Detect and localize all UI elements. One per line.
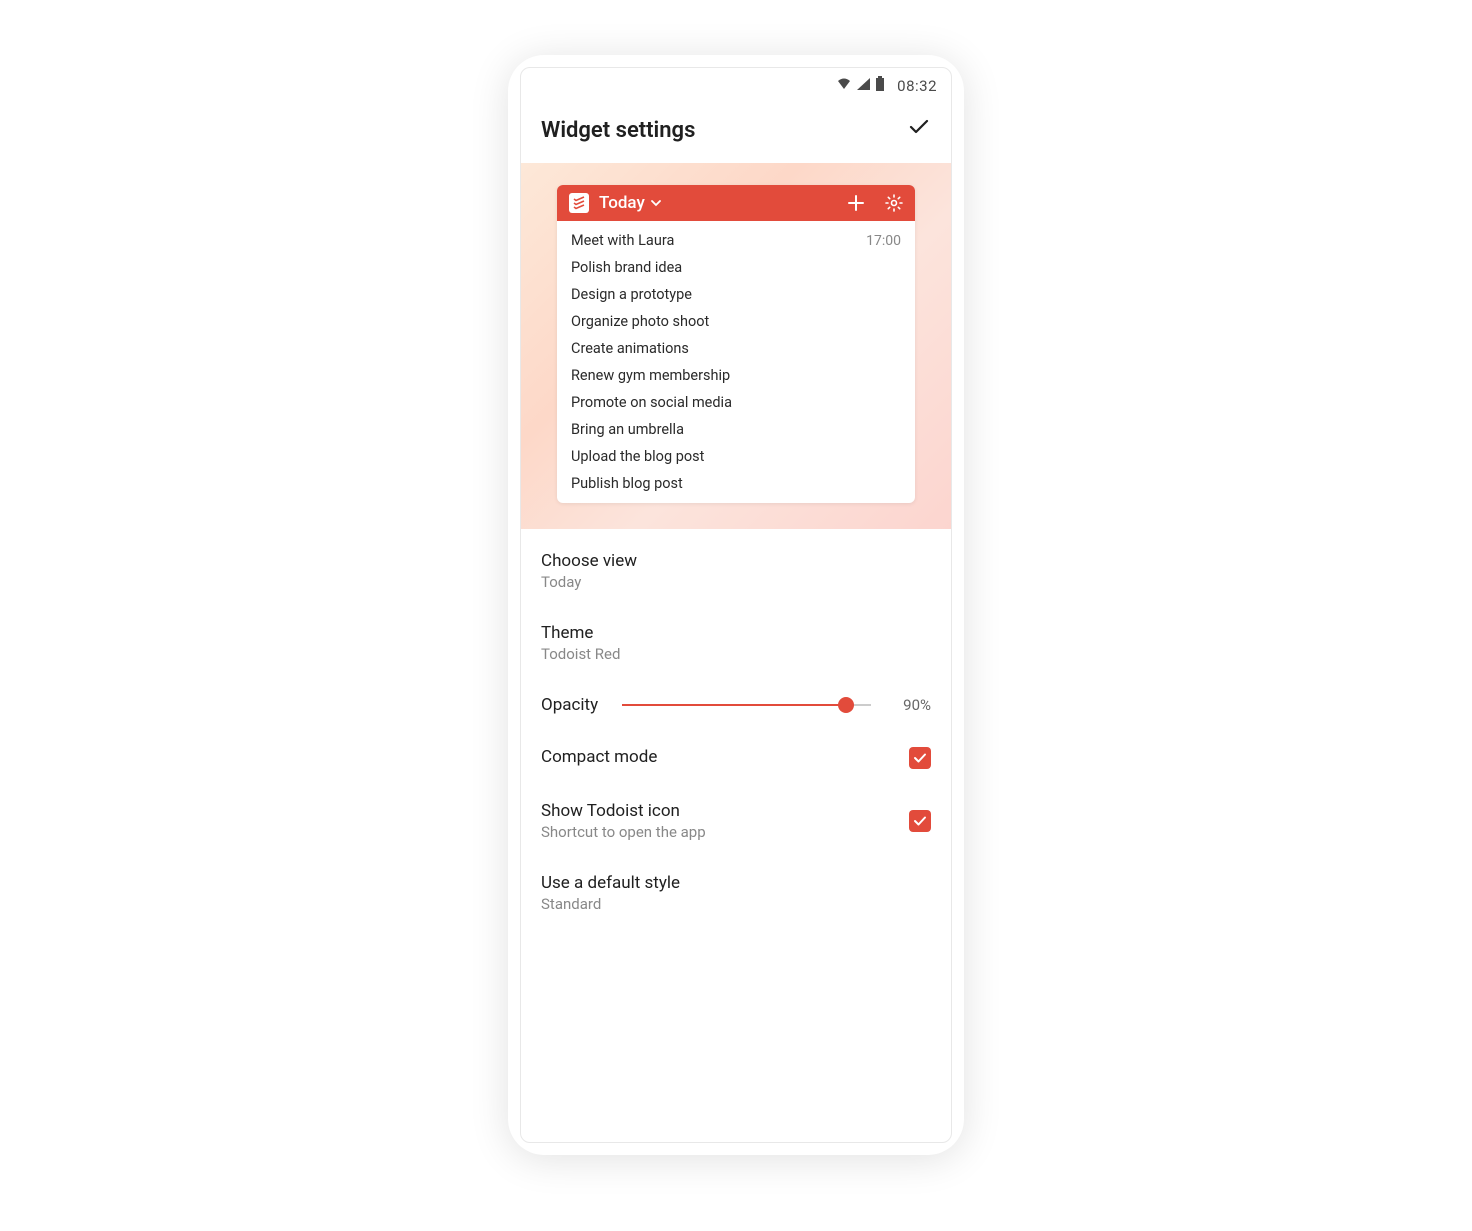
opacity-value: 90% xyxy=(895,696,931,714)
task-item[interactable]: Promote on social media xyxy=(557,389,915,416)
status-bar: 08:32 xyxy=(521,68,951,103)
widget-view-selector[interactable]: Today xyxy=(599,193,661,213)
task-item[interactable]: Upload the blog post xyxy=(557,443,915,470)
compact-mode-setting[interactable]: Compact mode xyxy=(521,731,951,785)
setting-value: Todoist Red xyxy=(541,645,931,663)
task-item[interactable]: Organize photo shoot xyxy=(557,308,915,335)
task-item[interactable]: Design a prototype xyxy=(557,281,915,308)
chevron-down-icon xyxy=(651,197,661,210)
widget-card: Today xyxy=(557,185,915,503)
setting-label: Show Todoist icon xyxy=(541,801,909,821)
task-item[interactable]: Bring an umbrella xyxy=(557,416,915,443)
add-task-button[interactable] xyxy=(847,194,865,212)
wifi-icon xyxy=(836,77,852,95)
setting-value: Standard xyxy=(541,895,931,913)
slider-thumb-icon[interactable] xyxy=(838,697,854,713)
task-title: Design a prototype xyxy=(571,286,692,303)
todoist-logo-icon xyxy=(569,193,589,213)
task-title: Create animations xyxy=(571,340,689,357)
task-item[interactable]: Publish blog post xyxy=(557,470,915,497)
show-icon-checkbox[interactable] xyxy=(909,810,931,832)
compact-mode-checkbox[interactable] xyxy=(909,747,931,769)
opacity-slider[interactable] xyxy=(622,704,871,706)
setting-label: Opacity xyxy=(541,695,598,715)
signal-icon xyxy=(856,77,871,95)
widget-view-label: Today xyxy=(599,193,645,213)
task-title: Polish brand idea xyxy=(571,259,682,276)
task-title: Bring an umbrella xyxy=(571,421,684,438)
setting-label: Use a default style xyxy=(541,873,931,893)
task-title: Promote on social media xyxy=(571,394,732,411)
widget-settings-button[interactable] xyxy=(885,194,903,212)
settings-list: Choose view Today Theme Todoist Red Opac… xyxy=(521,529,951,935)
status-time: 08:32 xyxy=(897,77,937,95)
task-item[interactable]: Create animations xyxy=(557,335,915,362)
default-style-setting[interactable]: Use a default style Standard xyxy=(521,857,951,929)
confirm-button[interactable] xyxy=(907,115,931,145)
show-icon-setting[interactable]: Show Todoist icon Shortcut to open the a… xyxy=(521,785,951,857)
opacity-setting: Opacity 90% xyxy=(521,679,951,731)
task-title: Organize photo shoot xyxy=(571,313,709,330)
task-time: 17:00 xyxy=(866,233,901,249)
widget-preview: Today xyxy=(521,163,951,529)
widget-header: Today xyxy=(557,185,915,221)
task-title: Renew gym membership xyxy=(571,367,730,384)
header-bar: Widget settings xyxy=(521,103,951,163)
setting-subtitle: Shortcut to open the app xyxy=(541,823,909,841)
task-title: Publish blog post xyxy=(571,475,683,492)
task-item[interactable]: Renew gym membership xyxy=(557,362,915,389)
choose-view-setting[interactable]: Choose view Today xyxy=(521,535,951,607)
setting-value: Today xyxy=(541,573,931,591)
setting-label: Theme xyxy=(541,623,931,643)
battery-icon xyxy=(875,76,885,95)
task-item[interactable]: Polish brand idea xyxy=(557,254,915,281)
task-title: Upload the blog post xyxy=(571,448,704,465)
setting-label: Compact mode xyxy=(541,747,909,767)
page-title: Widget settings xyxy=(541,118,695,143)
theme-setting[interactable]: Theme Todoist Red xyxy=(521,607,951,679)
phone-frame: 08:32 Widget settings Today xyxy=(508,55,964,1155)
screen: 08:32 Widget settings Today xyxy=(520,67,952,1143)
task-item[interactable]: Meet with Laura 17:00 xyxy=(557,227,915,254)
setting-label: Choose view xyxy=(541,551,931,571)
task-list: Meet with Laura 17:00 Polish brand idea … xyxy=(557,221,915,503)
task-title: Meet with Laura xyxy=(571,232,674,249)
